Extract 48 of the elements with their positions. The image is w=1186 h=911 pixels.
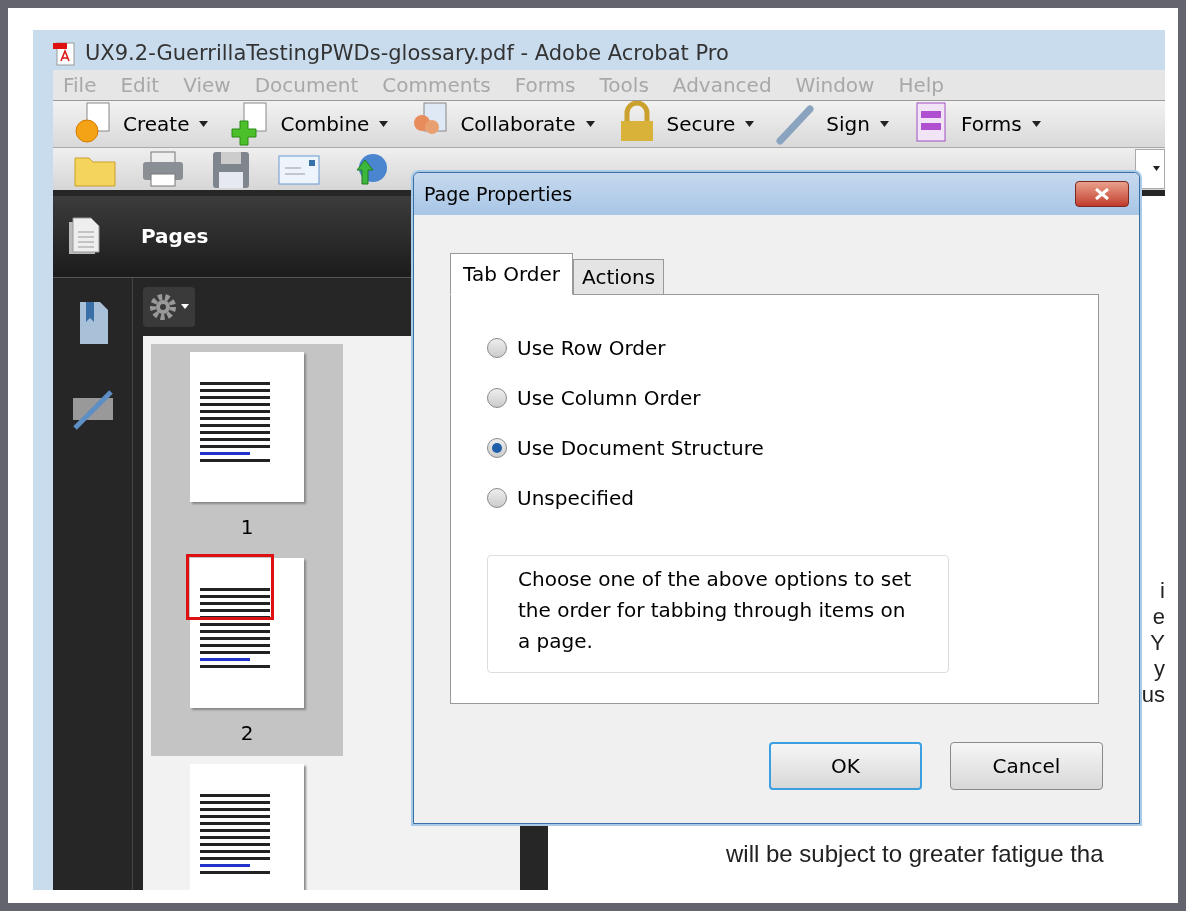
document-text: us — [1141, 684, 1165, 705]
radio-button[interactable] — [487, 388, 507, 408]
page-number: 2 — [240, 719, 254, 747]
close-button[interactable] — [1075, 181, 1129, 207]
document-text: Y — [1150, 632, 1165, 653]
toolbar-button[interactable]: Collaborate — [410, 100, 595, 147]
tab[interactable]: Actions — [573, 259, 665, 295]
radio-label[interactable]: Unspecified — [517, 483, 634, 513]
caret-icon — [1031, 120, 1041, 127]
caret-icon — [745, 120, 755, 127]
options-button[interactable] — [143, 286, 195, 327]
caret-icon — [181, 304, 189, 309]
tab[interactable]: Tab Order — [450, 253, 574, 295]
dialog-title: Page Properties — [424, 181, 574, 207]
gear-icon — [149, 292, 177, 321]
toolbar-button[interactable]: Forms — [910, 100, 1041, 147]
pages-icon — [67, 216, 101, 256]
radio-button[interactable] — [487, 338, 507, 358]
caret-icon — [879, 120, 889, 127]
caret-icon — [1153, 166, 1160, 171]
toolbar-button[interactable]: Sign — [776, 100, 889, 147]
caret-icon — [585, 120, 595, 127]
dialog-button[interactable]: OK — [769, 742, 922, 790]
page-thumbnail[interactable] — [190, 351, 304, 502]
zoom-dropdown[interactable] — [1135, 148, 1165, 189]
page-thumbnail[interactable] — [190, 763, 304, 890]
page-number: 1 — [240, 513, 254, 541]
document-text: will be subject to greater fatigue tha — [726, 838, 1104, 869]
signature-icon[interactable] — [70, 387, 115, 430]
toolbar-button[interactable]: Combine — [230, 100, 389, 147]
description-text: Choose one of the above options to set the order for tabbing through items on a page. — [487, 555, 949, 673]
document-text: i — [1160, 580, 1165, 601]
close-icon — [1094, 188, 1110, 200]
radio-button[interactable] — [487, 438, 507, 458]
pdf-file-icon — [53, 40, 77, 67]
radio-button[interactable] — [487, 488, 507, 508]
document-text: y — [1154, 658, 1165, 679]
toolbar-button[interactable]: Secure — [616, 100, 755, 147]
radio-label[interactable]: Use Column Order — [517, 383, 701, 413]
document-text: e — [1152, 606, 1165, 627]
caret-icon — [199, 120, 209, 127]
toolbar-button[interactable]: Create — [73, 100, 209, 147]
radio-label[interactable]: Use Row Order — [517, 333, 666, 363]
dialog-button[interactable]: Cancel — [950, 742, 1103, 790]
window-title: UX9.2-GuerrillaTestingPWDs-glossary.pdf - Adobe Acrobat Pro — [85, 40, 729, 67]
caret-icon — [379, 120, 389, 127]
panel-title: Pages — [141, 223, 209, 250]
radio-label[interactable]: Use Document Structure — [517, 433, 764, 463]
